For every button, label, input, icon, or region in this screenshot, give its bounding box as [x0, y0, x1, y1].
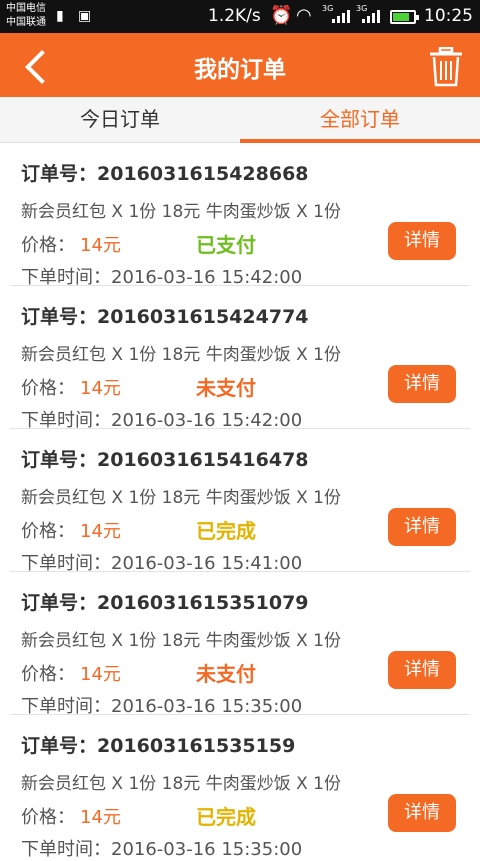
page-title: 我的订单 [194, 57, 286, 83]
detail-button[interactable]: 详情 [388, 222, 456, 260]
order-items: 新会员红包 X 1份 18元 牛肉蛋炒饭 X 1份 [21, 774, 341, 794]
order-card: 订单号：2016031615416478 新会员红包 X 1份 18元 牛肉蛋炒… [10, 429, 470, 574]
order-status: 已完成 [196, 519, 256, 543]
detail-button[interactable]: 详情 [388, 794, 456, 832]
carrier-labels: 中国电信 中国联通 [6, 2, 46, 30]
signal-icon-1 [332, 9, 350, 23]
status-bar: 中国电信 中国联通 ▮ ▣ 1.2K/s ⏰ ◠ 3G 3G 10:25 [0, 0, 480, 33]
order-status: 已支付 [196, 233, 256, 257]
alarm-icon: ⏰ [270, 5, 293, 26]
order-price: 14元 [80, 521, 121, 542]
detail-button[interactable]: 详情 [388, 508, 456, 546]
battery-icon [390, 10, 419, 24]
clock: 10:25 [424, 6, 473, 26]
wifi-icon: ◠ [296, 5, 312, 26]
sim-icon: ▮ [56, 8, 64, 24]
carrier-2: 中国联通 [6, 17, 46, 28]
order-items: 新会员红包 X 1份 18元 牛肉蛋炒饭 X 1份 [21, 202, 341, 222]
detail-button[interactable]: 详情 [388, 365, 456, 403]
order-items: 新会员红包 X 1份 18元 牛肉蛋炒饭 X 1份 [21, 345, 341, 365]
signal-icon-2 [362, 9, 380, 23]
carrier-1: 中国电信 [6, 3, 46, 14]
order-number: 订单号：2016031615424774 [21, 306, 309, 328]
order-price: 14元 [80, 664, 121, 685]
order-card: 订单号：2016031615351079 新会员红包 X 1份 18元 牛肉蛋炒… [10, 572, 470, 717]
order-status: 已完成 [196, 805, 256, 829]
order-price: 14元 [80, 807, 121, 828]
order-price: 14元 [80, 235, 121, 256]
order-status: 未支付 [196, 662, 256, 686]
order-items: 新会员红包 X 1份 18元 牛肉蛋炒饭 X 1份 [21, 631, 341, 651]
order-time: 下单时间：2016-03-16 15:35:00 [21, 839, 303, 860]
price-label: 价格： [21, 378, 75, 399]
order-card: 订单号：201603161535159 新会员红包 X 1份 18元 牛肉蛋炒饭… [10, 715, 470, 860]
order-card: 订单号：2016031615428668 新会员红包 X 1份 18元 牛肉蛋炒… [10, 143, 470, 288]
tab-today-orders[interactable]: 今日订单 [0, 97, 240, 143]
trash-icon[interactable] [428, 47, 464, 87]
order-items: 新会员红包 X 1份 18元 牛肉蛋炒饭 X 1份 [21, 488, 341, 508]
order-tabs: 今日订单 全部订单 [0, 97, 480, 143]
order-number: 订单号：201603161535159 [21, 735, 296, 757]
order-status: 未支付 [196, 376, 256, 400]
order-list: 订单号：2016031615428668 新会员红包 X 1份 18元 牛肉蛋炒… [0, 143, 480, 860]
price-label: 价格： [21, 235, 75, 256]
tab-all-orders[interactable]: 全部订单 [240, 97, 480, 143]
order-number: 订单号：2016031615416478 [21, 449, 309, 471]
top-nav-bar: 我的订单 [0, 33, 480, 97]
price-label: 价格： [21, 521, 75, 542]
price-label: 价格： [21, 807, 75, 828]
order-price: 14元 [80, 378, 121, 399]
order-card: 订单号：2016031615424774 新会员红包 X 1份 18元 牛肉蛋炒… [10, 286, 470, 431]
order-number: 订单号：2016031615351079 [21, 592, 309, 614]
image-icon: ▣ [78, 8, 92, 24]
order-number: 订单号：2016031615428668 [21, 163, 309, 185]
network-speed: 1.2K/s [208, 6, 261, 26]
price-label: 价格： [21, 664, 75, 685]
detail-button[interactable]: 详情 [388, 651, 456, 689]
